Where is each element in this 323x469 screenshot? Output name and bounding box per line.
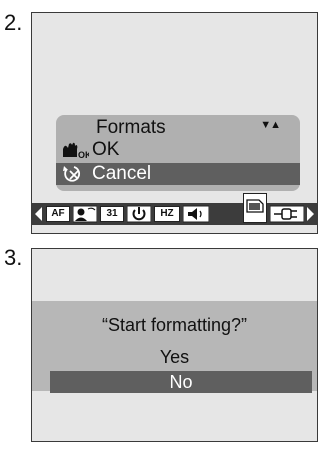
menu-item-cancel[interactable]: Cancel [56, 163, 300, 185]
step-2-number: 2. [4, 10, 23, 35]
yes-option[interactable]: Yes [32, 346, 317, 368]
arrow-left-icon[interactable] [35, 207, 43, 221]
menu-item-cancel-label: Cancel [92, 163, 152, 184]
memory-card-icon [246, 199, 264, 213]
confirm-dialog: “Start formatting?” Yes No [32, 301, 317, 393]
ok-icon-text: OK [78, 150, 89, 159]
memory-card-tab[interactable] [243, 193, 267, 223]
plug-icon[interactable] [270, 205, 304, 223]
speaker-icon[interactable] [183, 205, 209, 223]
power-icon[interactable] [127, 205, 151, 223]
autofocus-icon[interactable]: AF [46, 206, 70, 222]
menu-title: Formats [96, 117, 166, 138]
camera-screen-format-menu: Formats ▼▲ OK OK Cancel AF [31, 12, 318, 234]
no-option[interactable]: No [50, 371, 312, 393]
hz-icon[interactable]: HZ [154, 206, 180, 222]
menu-item-ok-label: OK [92, 139, 120, 160]
step-3-number: 3. [4, 245, 23, 270]
arrow-right-icon[interactable] [307, 207, 315, 221]
calendar-icon[interactable]: 31 [100, 206, 124, 222]
cancel-undo-icon [63, 166, 81, 182]
dialog-question: “Start formatting?” [101, 315, 248, 335]
menu-item-ok[interactable]: OK OK [56, 139, 300, 161]
settings-toolbar: AF 31 HZ [32, 193, 317, 225]
scroll-arrows-icon[interactable]: ▼▲ [260, 120, 281, 131]
ok-hand-icon: OK [63, 142, 89, 159]
camera-screen-confirm: “Start formatting?” Yes No [31, 248, 318, 442]
portrait-mode-icon[interactable] [73, 205, 97, 223]
formats-menu: Formats ▼▲ OK OK Cancel [56, 115, 300, 191]
